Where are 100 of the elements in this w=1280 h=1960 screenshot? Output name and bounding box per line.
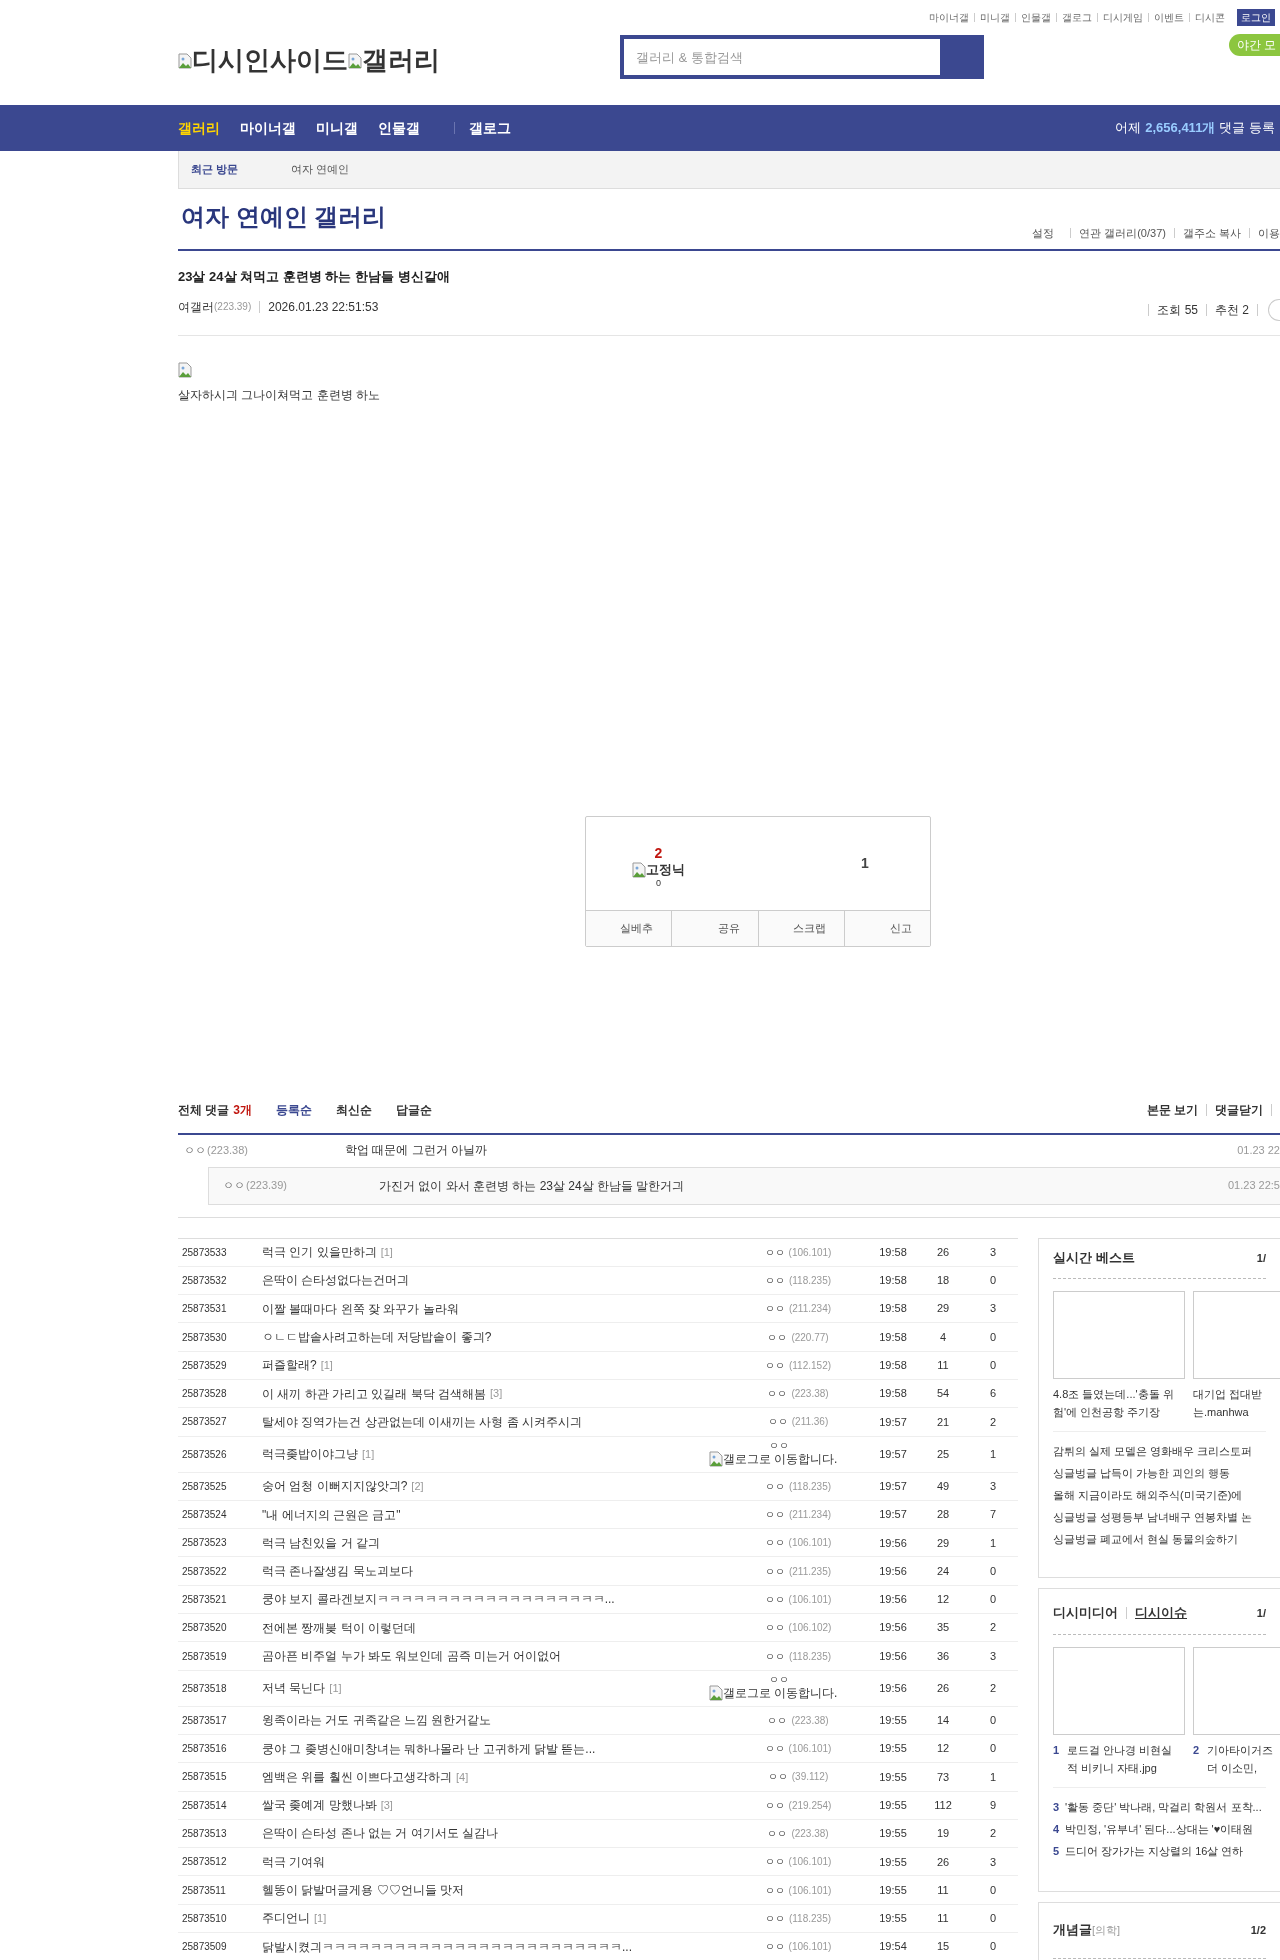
gallery-menu-link[interactable]: 설정 [1032, 224, 1055, 241]
media-tab[interactable]: 디시이슈 [1135, 1603, 1187, 1623]
writer-nick[interactable]: ㅇㅇ [764, 1563, 785, 1579]
post-title[interactable]: 이 새끼 하관 가리고 있길래 북닥 검색해봄 [262, 1384, 486, 1403]
writer-nick[interactable]: ㅇㅇ [767, 1712, 788, 1728]
nav-tab[interactable]: 마이너갤 [240, 117, 296, 139]
post-title[interactable]: 탈세야 징역가는건 상관없는데 이새끼는 사형 좀 시켜주시긔 [262, 1412, 582, 1431]
gallog-alt-text[interactable]: 갤로그로 이동합니다. [722, 1453, 838, 1466]
post-title[interactable]: "내 에너지의 근원은 금고" [262, 1505, 401, 1524]
post-title[interactable]: 럭극 기여워 [262, 1852, 326, 1871]
writer-nick[interactable]: ㅇㅇ [764, 1272, 785, 1288]
comment-sort-tab[interactable]: 등록순 [276, 1100, 313, 1119]
post-title[interactable]: ㅇㄴㄷ밥솥사려고하는데 저당밥솥이 좋긔? [262, 1328, 492, 1347]
writer-nick[interactable]: ㅇㅇ [764, 1854, 785, 1870]
best-post-link[interactable]: 싱글벙글 납득이 가능한 괴인의 행동 [1053, 1461, 1266, 1484]
top-link[interactable]: 이벤트 [1154, 10, 1184, 25]
post-author[interactable]: 여갤러 [178, 297, 214, 316]
gallery-menu-link[interactable]: 갤주소 복사 [1182, 224, 1241, 241]
gallery-logo[interactable]: 갤러리 [362, 41, 440, 80]
post-title[interactable]: 전에본 짱깨봊 턱이 이렇던데 [262, 1618, 416, 1637]
recent-gallery-link[interactable]: 여자 연예인 [291, 161, 350, 178]
media-post-link[interactable]: 박민정, '유부녀' 된다...상대는 '♥이태원 [1065, 1817, 1254, 1840]
post-title[interactable]: 주디언니 [262, 1909, 310, 1928]
post-title[interactable]: 저녁 묵닌다 [262, 1679, 326, 1698]
gallery-menu-link[interactable]: 이용 [1258, 224, 1280, 241]
post-title[interactable]: 닭발시켰긔ㅋㅋㅋㅋㅋㅋㅋㅋㅋㅋㅋㅋㅋㅋㅋㅋㅋㅋㅋㅋㅋㅋㅋㅋㅋ... [262, 1937, 632, 1956]
post-title[interactable]: 은딱이 슨타성없다는건머긔 [262, 1271, 410, 1290]
writer-nick[interactable]: ㅇㅇ [764, 1478, 785, 1494]
nav-tab[interactable]: 미니갤 [316, 117, 358, 139]
gallery-menu-link[interactable]: 연관 갤러리(0/37) [1079, 224, 1166, 241]
search-field[interactable]: 갤러리 & 통합검색 [620, 35, 984, 79]
comment-menu-link[interactable]: 댓글닫기 [1215, 1100, 1263, 1119]
top-link[interactable]: 디시콘 [1195, 10, 1225, 25]
writer-nick[interactable]: ㅇㅇ [767, 1329, 788, 1345]
writer-nick[interactable]: ㅇㅇ [764, 1357, 785, 1373]
post-title[interactable]: 럭극 존나잘생김 묵노괴보다 [262, 1562, 413, 1581]
writer-nick[interactable]: ㅇㅇ [764, 1648, 785, 1664]
best-card-title[interactable]: 대기업 접대받 는.manhwa [1193, 1384, 1275, 1421]
gallery-title[interactable]: 여자 연예인 갤러리 [181, 199, 387, 235]
media-post-link[interactable]: 드디어 장가가는 지상렬의 16살 연하 [1065, 1839, 1244, 1862]
post-title[interactable]: 엠백은 위를 훨씬 이쁘다고생각하긔 [262, 1767, 452, 1786]
writer-nick[interactable]: ㅇㅇ [767, 1826, 788, 1841]
top-link[interactable]: 디시게임 [1103, 10, 1143, 25]
top-link[interactable]: 미니갤 [980, 10, 1010, 25]
top-link[interactable]: 인물갤 [1021, 10, 1051, 25]
post-title[interactable]: 쿵야 그 좆병신애미창녀는 뭐하나몰라 난 고귀하게 닭발 뜯는... [262, 1739, 596, 1758]
top-link[interactable]: 마이너갤 [929, 10, 969, 25]
writer-nick[interactable]: ㅇㅇ [764, 1591, 785, 1607]
best-post-link[interactable]: 올해 지금이라도 해외주식(미국기준)에 [1053, 1483, 1266, 1506]
post-action-button[interactable]: 스크랩 [757, 910, 844, 946]
post-title[interactable]: 곰아픈 비주얼 누가 봐도 워보인데 곰즉 미는거 어이없어 [262, 1647, 562, 1665]
writer-nick[interactable]: ㅇㅇ [764, 1535, 785, 1551]
media-card-title[interactable]: 로드걸 안나경 비현실 적 비키니 자태.jpg [1067, 1740, 1185, 1777]
post-title[interactable]: 헬똥이 닭발머글게용 ♡♡언니들 맛저 [262, 1881, 464, 1900]
writer-nick[interactable]: ㅇㅇ [757, 1675, 789, 1686]
writer-nick[interactable]: ㅇㅇ [764, 1741, 785, 1757]
login-button[interactable]: 로그인 [1237, 9, 1275, 26]
post-action-button[interactable]: 신고 [843, 910, 930, 946]
site-logo[interactable]: 디시인사이드 [192, 41, 348, 80]
comment-sort-tab[interactable]: 최신순 [336, 1100, 373, 1119]
post-title[interactable]: 럭극 남친있을 거 같긔 [262, 1533, 380, 1552]
post-title[interactable]: 퍼즐할래? [262, 1356, 317, 1375]
writer-nick[interactable]: ㅇㅇ [764, 1882, 785, 1898]
writer-nick[interactable]: ㅇㅇ [764, 1939, 785, 1955]
best-post-link[interactable]: 감튀의 실제 모델은 영화배우 크리스토퍼 [1053, 1439, 1266, 1462]
writer-nick[interactable]: ㅇㅇ [764, 1797, 785, 1813]
writer-nick[interactable]: ㅇㅇ [767, 1386, 788, 1402]
post-title[interactable]: 럭극좆밥이야그냥 [262, 1445, 358, 1464]
media-card-title[interactable]: 기아타이거즈 더 이소민, [1207, 1740, 1277, 1777]
top-link[interactable]: 갤로그 [1062, 10, 1092, 25]
post-title[interactable]: 은딱이 슨타성 존나 없는 거 여기서도 실감나 [262, 1824, 498, 1843]
nav-tab[interactable]: 갤로그 [469, 117, 511, 139]
nav-tab[interactable]: 갤러리 [178, 117, 220, 139]
writer-nick[interactable]: ㅇㅇ [767, 1769, 788, 1785]
writer-nick[interactable]: ㅇㅇ [764, 1507, 785, 1522]
media-post-link[interactable]: '활동 중단' 박나래, 막걸리 학원서 포착... [1065, 1795, 1262, 1818]
post-title[interactable]: 숭어 엄청 이뻐지지않앗긔? [262, 1477, 408, 1496]
best-card-title[interactable]: 4.8조 들였는데...'충돌 위험'에 인천공항 주기장 [1053, 1384, 1185, 1421]
nav-tab[interactable]: 인물갤 [378, 117, 420, 139]
best-post-link[interactable]: 싱글벙글 성평등부 남녀배구 연봉차별 논 [1053, 1505, 1266, 1528]
post-title[interactable]: 럭극 인기 있을만하긔 [262, 1243, 377, 1262]
writer-nick[interactable]: ㅇㅇ [764, 1910, 785, 1926]
comment-sort-tab[interactable]: 답글순 [396, 1100, 433, 1119]
commenter-nick[interactable]: ㅇㅇ [184, 1141, 206, 1159]
gallog-alt-text[interactable]: 갤로그로 이동합니다. [722, 1687, 838, 1700]
post-action-button[interactable]: 공유 [671, 910, 758, 946]
post-title[interactable]: 쿵야 보지 콜라겐보지ㅋㅋㅋㅋㅋㅋㅋㅋㅋㅋㅋㅋㅋㅋㅋㅋㅋㅋㅋ... [262, 1590, 615, 1609]
best-post-link[interactable]: 싱글벙글 폐교에서 현실 동물의숲하기 [1053, 1527, 1266, 1550]
media-tab[interactable]: 디시미디어 [1053, 1603, 1118, 1623]
post-title[interactable]: 쌀국 좆예계 망했나봐 [262, 1796, 377, 1815]
writer-nick[interactable]: ㅇㅇ [764, 1301, 785, 1317]
post-title[interactable]: 윙족이라는 거도 귀족같은 느낌 원한거같노 [262, 1711, 492, 1730]
post-title[interactable]: 이짤 볼때마다 왼쪽 잦 와꾸가 놀라워 [262, 1299, 459, 1318]
post-action-button[interactable]: 실베추 [586, 910, 672, 946]
writer-nick[interactable]: ㅇㅇ [757, 1441, 789, 1452]
writer-nick[interactable]: ㅇㅇ [767, 1414, 788, 1430]
comment-menu-link[interactable]: 본문 보기 [1146, 1100, 1198, 1119]
commenter-nick[interactable]: ㅇㅇ [223, 1177, 245, 1194]
writer-nick[interactable]: ㅇㅇ [764, 1244, 785, 1260]
writer-nick[interactable]: ㅇㅇ [764, 1620, 785, 1636]
